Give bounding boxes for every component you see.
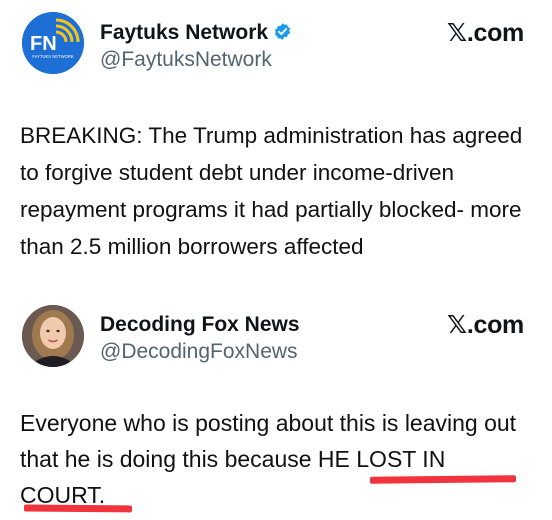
- handle[interactable]: @FaytuksNetwork: [100, 47, 272, 73]
- avatar[interactable]: FN FAYTUKS NETWORK: [22, 12, 84, 74]
- faytuks-logo-icon: FN FAYTUKS NETWORK: [22, 12, 84, 74]
- display-name-label: Faytuks Network: [100, 21, 269, 44]
- avatar[interactable]: [22, 305, 84, 367]
- post-body-text: Everyone who is posting about this is le…: [20, 405, 535, 513]
- verified-badge-icon: [275, 23, 291, 40]
- avatar-logo-text: FN: [30, 33, 57, 55]
- display-name[interactable]: Decoding Fox News: [100, 312, 300, 338]
- handle[interactable]: @DecodingFoxNews: [100, 339, 298, 365]
- red-underline-mark: [23, 504, 133, 513]
- source-label: 𝕏.com: [447, 19, 524, 47]
- source-label: 𝕏.com: [447, 311, 524, 339]
- display-name[interactable]: Faytuks Network: [100, 20, 292, 46]
- post-header-faytuks: FN FAYTUKS NETWORK Faytuks Network @Fayt…: [0, 0, 552, 80]
- post-body-text: BREAKING: The Trump administration has a…: [20, 123, 523, 259]
- profile-photo-icon: [22, 305, 84, 367]
- post-header-decoding-fox-news: Decoding Fox News @DecodingFoxNews 𝕏.com: [0, 300, 552, 380]
- avatar-logo-subtext: FAYTUKS NETWORK: [32, 54, 74, 59]
